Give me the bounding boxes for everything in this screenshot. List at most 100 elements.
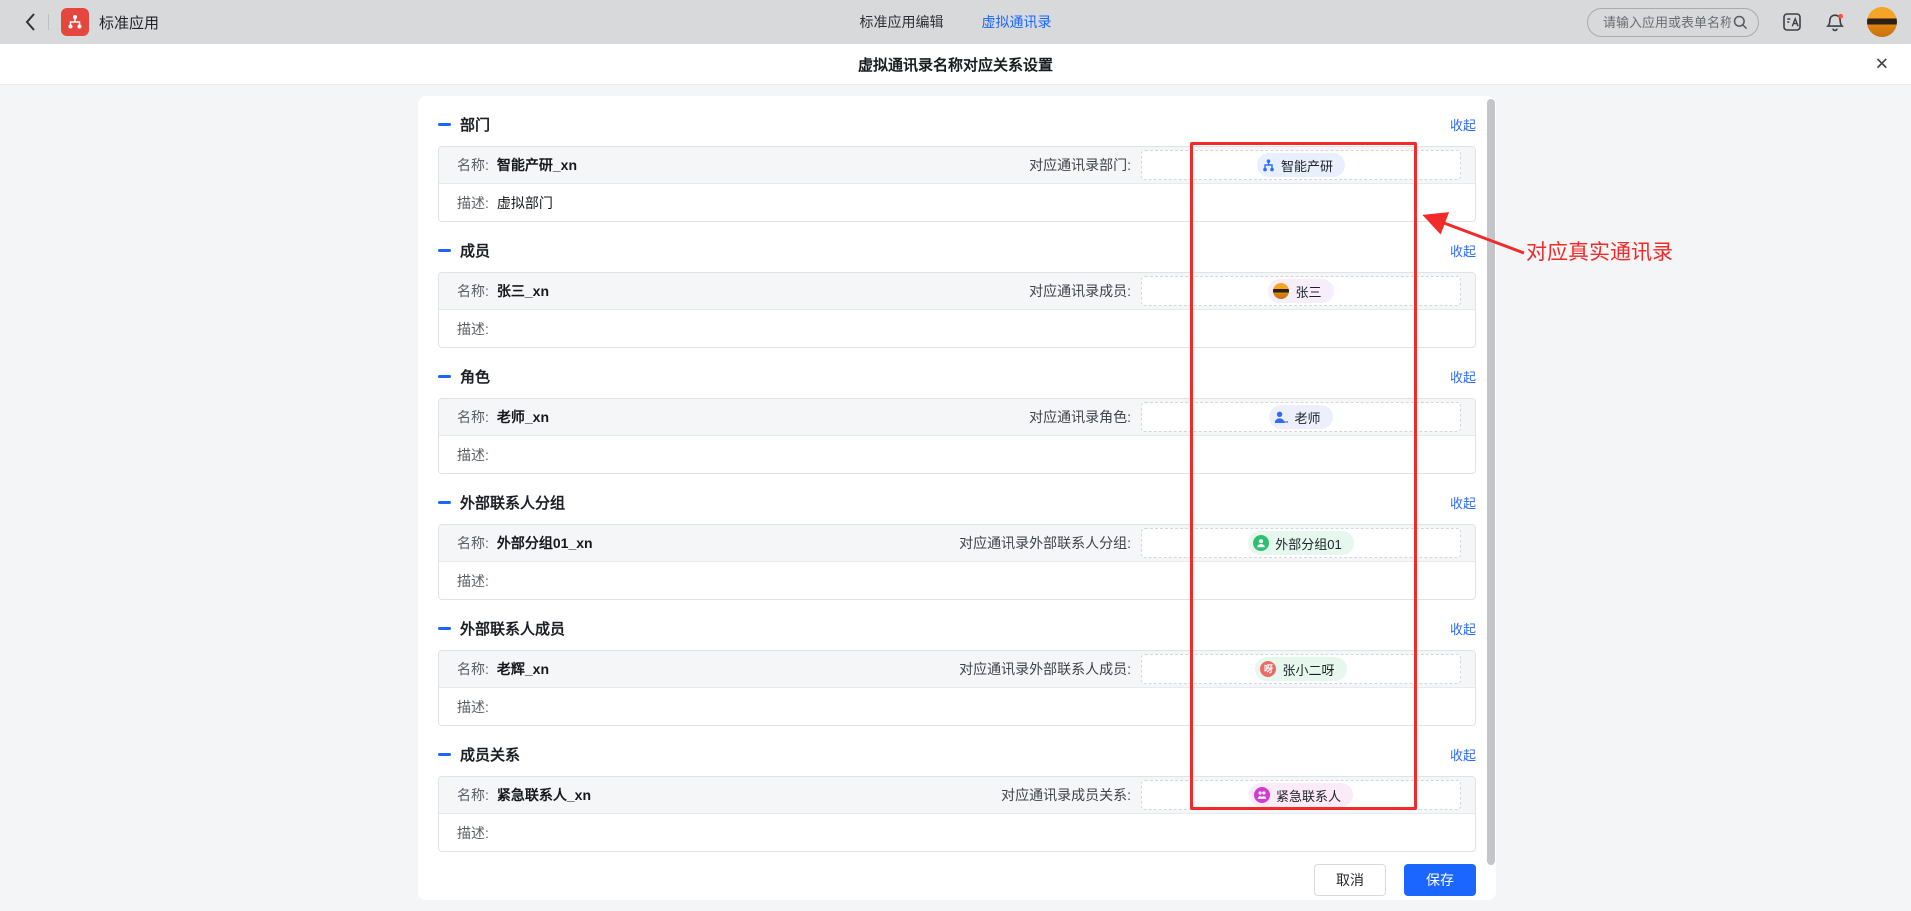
description-row: 描述: [439, 436, 1475, 473]
mapping-label: 对应通讯录外部联系人分组: [959, 533, 1131, 553]
card-footer: 取消 保存 [438, 864, 1476, 896]
back-button[interactable] [18, 8, 42, 36]
mapping-cell: 对应通讯录部门: 智能产研 [1029, 150, 1461, 180]
mapping-tag-label: 智能产研 [1281, 156, 1333, 175]
name-label: 名称: [457, 535, 489, 551]
app-logo-icon [61, 8, 89, 36]
name-cell: 名称:张三_xn [457, 281, 549, 301]
search-icon[interactable] [1733, 15, 1748, 30]
collapse-link[interactable]: 收起 [1450, 367, 1476, 386]
tab-virtual-contacts[interactable]: 虚拟通讯录 [982, 12, 1052, 32]
close-icon[interactable]: ✕ [1875, 56, 1889, 73]
section-box: 名称:张三_xn 对应通讯录成员: 张三 描述: [438, 272, 1476, 348]
description-label: 描述: [457, 571, 489, 591]
mapping-tag[interactable]: 紧急联系人 [1249, 783, 1353, 807]
global-search[interactable] [1587, 8, 1759, 37]
section: 成员关系 收起 名称:紧急联系人_xn 对应通讯录成员关系: 紧急联系人 [438, 742, 1476, 852]
mapping-input[interactable]: 呀 张小二呀 [1141, 654, 1461, 684]
mapping-label: 对应通讯录成员: [1029, 281, 1131, 301]
tab-app-edit[interactable]: 标准应用编辑 [860, 12, 944, 32]
scrollbar-thumb[interactable] [1487, 99, 1495, 865]
section-box: 名称:紧急联系人_xn 对应通讯录成员关系: 紧急联系人 描述: [438, 776, 1476, 852]
mapping-cell: 对应通讯录外部联系人成员: 呀 张小二呀 [959, 654, 1461, 684]
relation-icon [1254, 787, 1270, 803]
collapse-toggle-icon[interactable] [438, 627, 451, 630]
mapping-input[interactable]: 外部分组01 [1141, 528, 1461, 558]
search-input[interactable] [1601, 14, 1733, 31]
mapping-cell: 对应通讯录成员: 张三 [1029, 276, 1461, 306]
mapping-cell: 对应通讯录成员关系: 紧急联系人 [1001, 780, 1461, 810]
collapse-link[interactable]: 收起 [1450, 745, 1476, 764]
save-button[interactable]: 保存 [1404, 864, 1476, 896]
mapping-tag[interactable]: 张三 [1268, 279, 1333, 303]
description-row: 描述: [439, 688, 1475, 725]
description-label: 描述: [457, 823, 489, 843]
mapping-tag[interactable]: 呀 张小二呀 [1255, 657, 1346, 681]
mapping-tag[interactable]: 老师 [1269, 405, 1332, 429]
section: 部门 收起 名称:智能产研_xn 对应通讯录部门: 智能产研 [438, 112, 1476, 222]
annotation-text: 对应真实通讯录 [1526, 236, 1673, 266]
name-value: 老师_xn [497, 409, 549, 425]
department-icon [1262, 159, 1275, 172]
modal-body: 部门 收起 名称:智能产研_xn 对应通讯录部门: 智能产研 [0, 85, 1911, 911]
collapse-link[interactable]: 收起 [1450, 241, 1476, 260]
cancel-button[interactable]: 取消 [1314, 864, 1386, 896]
name-label: 名称: [457, 157, 489, 173]
name-value: 紧急联系人_xn [497, 787, 591, 803]
section: 外部联系人分组 收起 名称: 外部分组01_xn 对应通讯录外部联系人分组: 外部… [438, 490, 1476, 600]
name-row: 名称: 外部分组01_xn 对应通讯录外部联系人分组: 外部分组01 [439, 525, 1475, 562]
section: 外部联系人成员 收起 名称:老辉_xn 对应通讯录外部联系人成员: 呀 张小二呀 [438, 616, 1476, 726]
description-label: 描述: [457, 319, 489, 339]
section-header: 角色 收起 [438, 364, 1476, 388]
name-cell: 名称:老辉_xn [457, 659, 549, 679]
header-tabs: 标准应用编辑 虚拟通讯录 [860, 0, 1052, 44]
collapse-link[interactable]: 收起 [1450, 115, 1476, 134]
section-title: 外部联系人成员 [460, 618, 565, 639]
back-icon [24, 12, 36, 32]
mapping-input[interactable]: 张三 [1141, 276, 1461, 306]
section-header: 成员 收起 [438, 238, 1476, 262]
user-avatar[interactable] [1867, 7, 1897, 37]
mapping-tag[interactable]: 智能产研 [1257, 153, 1345, 177]
mapping-input[interactable]: 老师 [1141, 402, 1461, 432]
mapping-tag-label: 紧急联系人 [1276, 786, 1341, 805]
description-row: 描述: [439, 562, 1475, 599]
mapping-cell: 对应通讯录角色: 老师 [1029, 402, 1461, 432]
name-value: 老辉_xn [497, 661, 549, 677]
contacts-icon[interactable] [1781, 11, 1803, 33]
section-title: 部门 [460, 114, 490, 135]
mapping-input[interactable]: 智能产研 [1141, 150, 1461, 180]
name-cell: 名称:老师_xn [457, 407, 549, 427]
mapping-tag[interactable]: 外部分组01 [1248, 531, 1353, 555]
section-title: 成员关系 [460, 744, 520, 765]
collapse-toggle-icon[interactable] [438, 249, 451, 252]
modal-title: 虚拟通讯录名称对应关系设置 [858, 54, 1053, 75]
external-member-avatar: 呀 [1260, 661, 1276, 677]
description-value: 虚拟部门 [497, 193, 553, 213]
mapping-tag-label: 张三 [1295, 282, 1321, 301]
mapping-input[interactable]: 紧急联系人 [1141, 780, 1461, 810]
description-row: 描述: [439, 814, 1475, 851]
collapse-toggle-icon[interactable] [438, 501, 451, 504]
modal-header: 虚拟通讯录名称对应关系设置 ✕ [0, 44, 1911, 85]
collapse-toggle-icon[interactable] [438, 753, 451, 756]
description-label: 描述: [457, 697, 489, 717]
name-row: 名称:老师_xn 对应通讯录角色: 老师 [439, 399, 1475, 436]
collapse-link[interactable]: 收起 [1450, 493, 1476, 512]
section-box: 名称:老师_xn 对应通讯录角色: 老师 描述: [438, 398, 1476, 474]
section-header: 成员关系 收起 [438, 742, 1476, 766]
collapse-toggle-icon[interactable] [438, 375, 451, 378]
settings-card: 部门 收起 名称:智能产研_xn 对应通讯录部门: 智能产研 [418, 96, 1496, 900]
sections-container: 部门 收起 名称:智能产研_xn 对应通讯录部门: 智能产研 [438, 112, 1476, 852]
name-row: 名称:智能产研_xn 对应通讯录部门: 智能产研 [439, 147, 1475, 184]
section-title: 角色 [460, 366, 490, 387]
section-title: 外部联系人分组 [460, 492, 565, 513]
mapping-tag-label: 老师 [1294, 408, 1320, 427]
bell-icon[interactable] [1825, 12, 1845, 33]
collapse-toggle-icon[interactable] [438, 123, 451, 126]
section-header: 外部联系人成员 收起 [438, 616, 1476, 640]
section-title: 成员 [460, 240, 490, 261]
collapse-link[interactable]: 收起 [1450, 619, 1476, 638]
name-value: 外部分组01_xn [497, 535, 593, 551]
mapping-label: 对应通讯录部门: [1029, 155, 1131, 175]
